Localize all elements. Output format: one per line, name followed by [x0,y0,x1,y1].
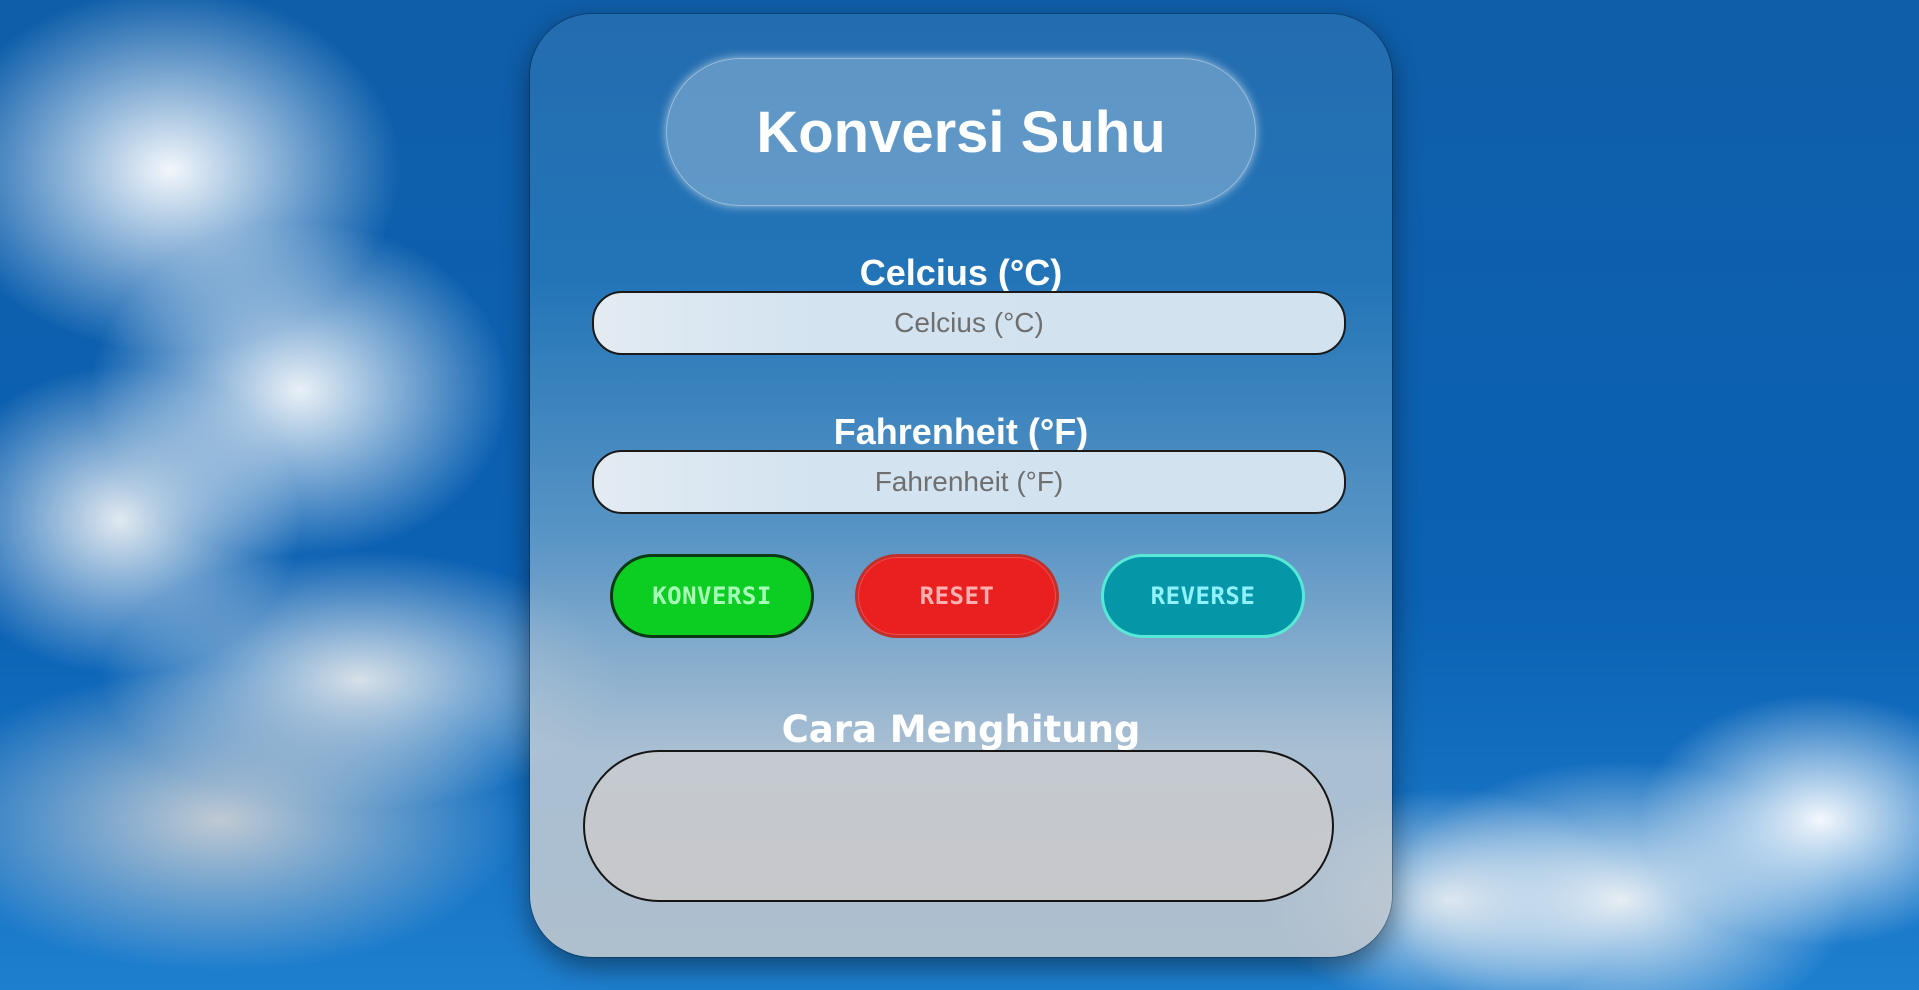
reset-button[interactable]: RESET [855,554,1059,638]
page-title: Konversi Suhu [756,99,1166,165]
reverse-button[interactable]: REVERSE [1101,554,1305,638]
explanation-label: Cara Menghitung [781,708,1141,751]
konversi-button[interactable]: KONVERSI [610,554,814,638]
fahrenheit-label: Fahrenheit (°F) [833,411,1089,452]
explanation-output [583,750,1334,902]
converter-card: Konversi Suhu Celcius (°C) Fahrenheit (°… [530,14,1392,957]
celcius-input[interactable] [592,291,1346,355]
celcius-label: Celcius (°C) [859,252,1063,293]
title-banner: Konversi Suhu [666,58,1256,206]
fahrenheit-input[interactable] [592,450,1346,514]
